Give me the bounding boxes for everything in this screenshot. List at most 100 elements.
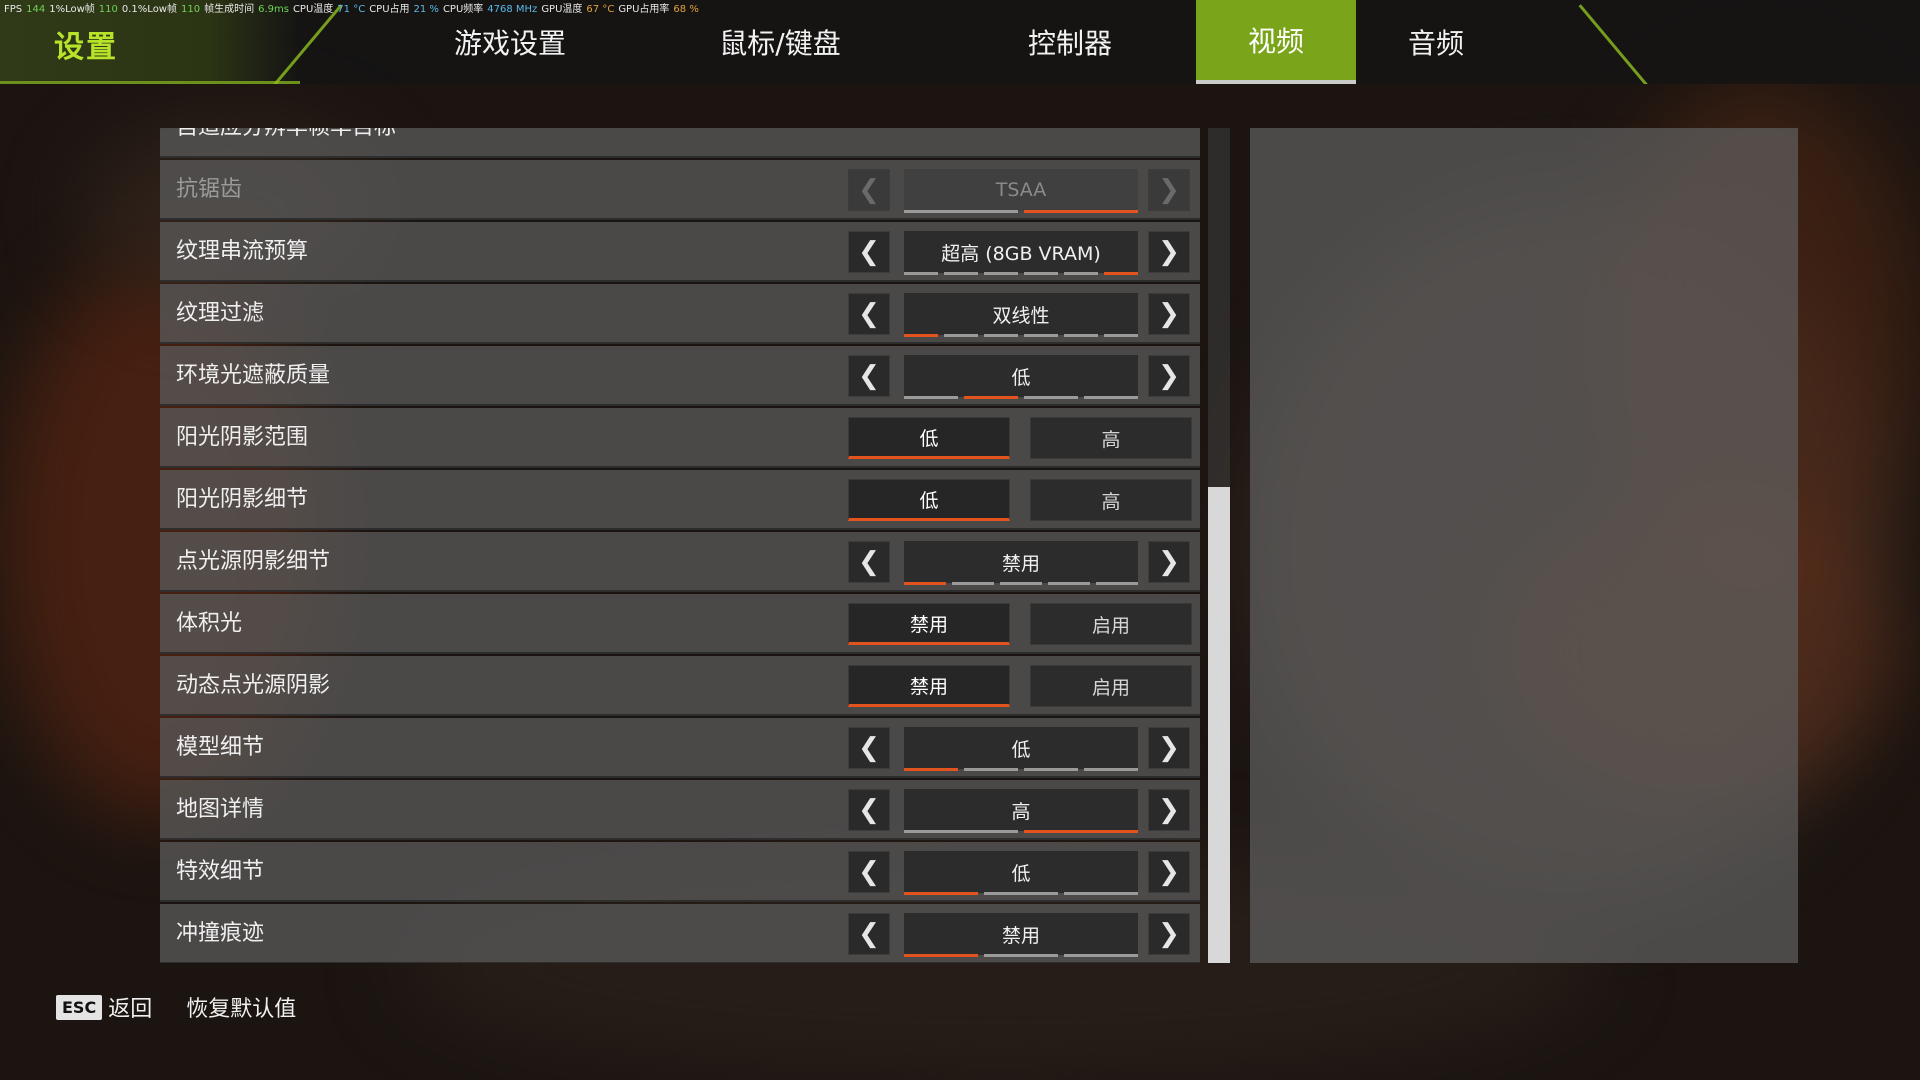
footer-bar: ESC 返回 恢复默认值 <box>56 990 330 1024</box>
option-indicator-segment <box>904 830 1018 833</box>
option-indicator-segment <box>984 892 1058 895</box>
option-button[interactable]: 禁用 <box>848 665 1010 707</box>
perf-label: GPU温度 <box>541 4 583 15</box>
option-indicator-segment <box>964 768 1018 771</box>
chevron-left-icon[interactable]: ❮ <box>848 851 890 893</box>
option-button[interactable]: 高 <box>1030 417 1192 459</box>
option-indicator-segment <box>1084 768 1138 771</box>
setting-label: 地图详情 <box>176 797 265 822</box>
chevron-left-icon[interactable]: ❮ <box>848 169 890 211</box>
option-indicator-segment <box>1024 334 1058 337</box>
chevron-left-icon[interactable]: ❮ <box>848 541 890 583</box>
perf-value: 110 <box>181 4 201 15</box>
chevron-right-icon[interactable]: ❯ <box>1148 913 1190 955</box>
tab-controller[interactable]: 控制器 <box>985 0 1155 84</box>
chevron-left-icon[interactable]: ❮ <box>848 355 890 397</box>
setting-label: 纹理串流预算 <box>176 239 309 264</box>
perf-label: 帧生成时间 <box>204 4 255 15</box>
settings-row: 特效细节 ❮ 低 ❯ <box>160 842 1200 902</box>
option-indicator <box>904 272 1138 276</box>
option-indicator-segment <box>904 582 946 585</box>
option-indicator-segment <box>904 334 938 337</box>
setting-label: 抗锯齿 <box>176 177 243 202</box>
setting-label: 模型细节 <box>176 735 265 760</box>
chevron-left-icon[interactable]: ❮ <box>848 789 890 831</box>
option-indicator-segment <box>904 892 978 895</box>
setting-label: 动态点光源阴影 <box>176 673 331 698</box>
option-indicator-segment <box>1064 334 1098 337</box>
option-indicator-segment <box>952 582 994 585</box>
settings-row: 体积光 禁用 启用 <box>160 594 1200 654</box>
setting-value: TSAA <box>904 169 1138 211</box>
option-indicator-segment <box>904 768 958 771</box>
setting-label: 自适应分辨率帧率目标 <box>176 128 396 158</box>
back-button[interactable]: 返回 <box>108 991 152 1023</box>
option-indicator-segment <box>1064 954 1138 957</box>
settings-row: 地图详情 ❮ 高 ❯ <box>160 780 1200 840</box>
perf-label: CPU频率 <box>442 4 484 15</box>
tab-audio[interactable]: 音频 <box>1356 0 1516 84</box>
perf-label: CPU温度 <box>292 4 334 15</box>
setting-value: 双线性 <box>904 293 1138 335</box>
chevron-left-icon[interactable]: ❮ <box>848 231 890 273</box>
option-indicator <box>904 954 1138 958</box>
scrollbar-thumb[interactable] <box>1208 487 1230 963</box>
option-indicator-segment <box>1084 396 1138 399</box>
option-button[interactable]: 启用 <box>1030 603 1192 645</box>
video-settings-list: 自适应分辨率帧率目标 101 抗锯齿❮TSAA❯纹理串流预算❮超高 (8GB V… <box>160 128 1200 963</box>
option-indicator-segment <box>964 396 1018 399</box>
chevron-left-icon[interactable]: ❮ <box>848 727 890 769</box>
option-button[interactable]: 低 <box>848 479 1010 521</box>
option-indicator-segment <box>984 334 1018 337</box>
setting-label: 环境光遮蔽质量 <box>176 363 331 388</box>
tab-mouse-keyboard[interactable]: 鼠标/键盘 <box>690 0 870 84</box>
option-indicator-segment <box>904 272 938 275</box>
option-indicator <box>904 582 1138 586</box>
chevron-right-icon[interactable]: ❯ <box>1148 541 1190 583</box>
option-indicator-segment <box>1104 334 1138 337</box>
setting-description-panel <box>1250 128 1798 963</box>
option-indicator-segment <box>1024 210 1138 213</box>
chevron-left-icon[interactable]: ❮ <box>848 913 890 955</box>
perf-label: 1%Low帧 <box>49 4 95 15</box>
setting-label: 阳光阴影范围 <box>176 425 309 450</box>
option-indicator-segment <box>984 272 1018 275</box>
option-indicator-segment <box>944 272 978 275</box>
settings-row: 纹理串流预算 ❮ 超高 (8GB VRAM) ❯ <box>160 222 1200 282</box>
settings-row: 环境光遮蔽质量 ❮ 低 ❯ <box>160 346 1200 406</box>
option-button[interactable]: 低 <box>848 417 1010 459</box>
chevron-right-icon[interactable]: ❯ <box>1148 727 1190 769</box>
chevron-right-icon[interactable]: ❯ <box>1148 231 1190 273</box>
perf-value: 4768 MHz <box>487 4 538 15</box>
chevron-right-icon[interactable]: ❯ <box>1148 851 1190 893</box>
chevron-right-icon[interactable]: ❯ <box>1148 789 1190 831</box>
option-indicator <box>904 396 1138 400</box>
perf-label: 0.1%Low帧 <box>121 4 177 15</box>
chevron-right-icon[interactable]: ❯ <box>1148 293 1190 335</box>
option-indicator <box>904 830 1138 834</box>
reset-defaults-button[interactable]: 恢复默认值 <box>186 991 296 1023</box>
option-indicator-segment <box>1024 396 1078 399</box>
settings-row: 模型细节 ❮ 低 ❯ <box>160 718 1200 778</box>
chevron-right-icon[interactable]: ❯ <box>1148 169 1190 211</box>
option-indicator <box>904 892 1138 896</box>
chevron-right-icon[interactable]: ❯ <box>1148 355 1190 397</box>
option-indicator-segment <box>1024 272 1058 275</box>
option-indicator-segment <box>1064 892 1138 895</box>
option-button[interactable]: 高 <box>1030 479 1192 521</box>
option-indicator-segment <box>984 954 1058 957</box>
tab-video[interactable]: 视频 <box>1196 0 1356 84</box>
setting-label: 点光源阴影细节 <box>176 549 331 574</box>
option-indicator <box>904 768 1138 772</box>
perf-value: 6.9ms <box>258 4 289 15</box>
perf-value: 71 °C <box>337 4 366 15</box>
chevron-left-icon[interactable]: ❮ <box>848 293 890 335</box>
option-button[interactable]: 启用 <box>1030 665 1192 707</box>
option-button[interactable]: 禁用 <box>848 603 1010 645</box>
perf-value: 21 % <box>413 4 439 15</box>
setting-value: 高 <box>904 789 1138 831</box>
perf-value: 67 °C <box>586 4 615 15</box>
setting-label: 阳光阴影细节 <box>176 487 309 512</box>
setting-value: 禁用 <box>904 541 1138 583</box>
perf-value: 144 <box>26 4 46 15</box>
